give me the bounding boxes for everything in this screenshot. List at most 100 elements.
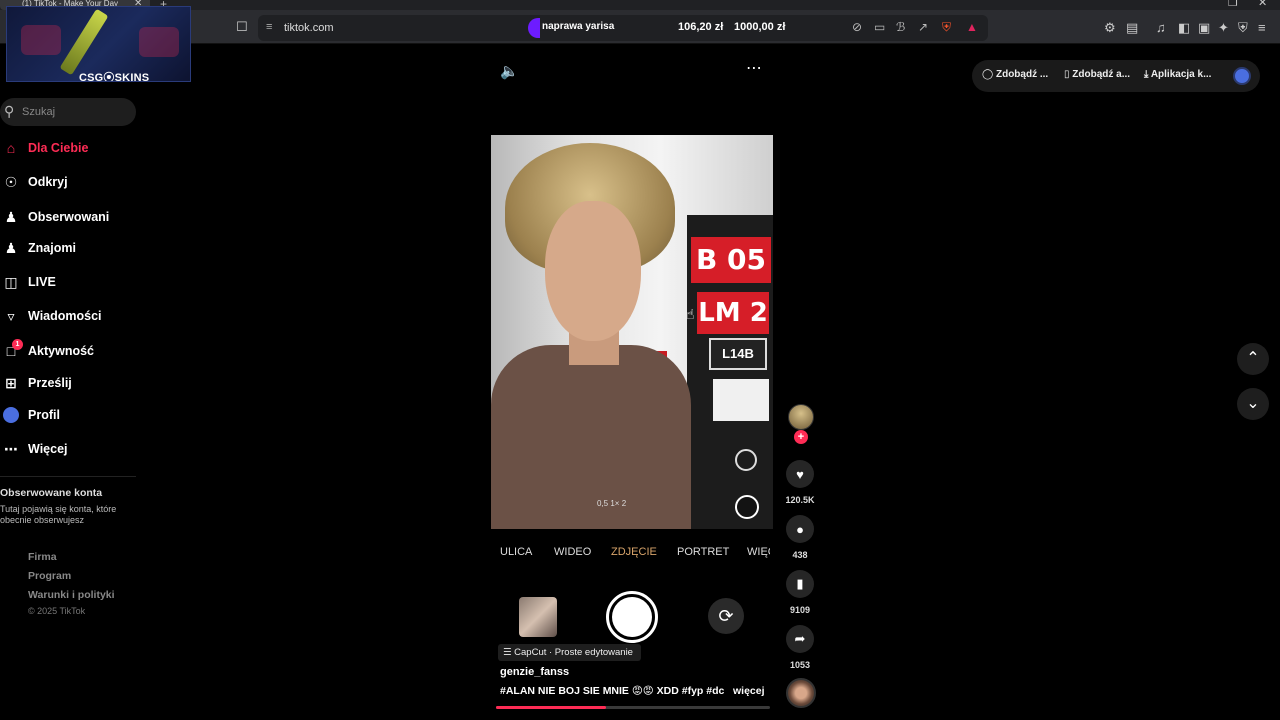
heart-icon: ♥ xyxy=(796,466,804,482)
comment-button[interactable]: ● xyxy=(786,515,814,543)
sidebar-item-przeslij[interactable]: ⊞ Prześlij xyxy=(0,371,150,395)
site-info-icon[interactable]: ≡ xyxy=(266,21,272,33)
wallet2-icon[interactable]: ▣ xyxy=(1198,20,1210,36)
video-player[interactable]: B 05 LM 2 L14B 0,5 1× 2 xyxy=(491,135,773,529)
menu-icon[interactable]: ≡ xyxy=(1258,20,1266,35)
footer-link-terms[interactable]: Warunki i polityki xyxy=(28,589,115,601)
profile-icon xyxy=(0,405,22,425)
gallery-thumbnail xyxy=(519,597,557,637)
camera-button xyxy=(735,495,759,519)
brave-shield-icon[interactable]: ⛨ xyxy=(942,20,951,35)
cast-icon[interactable]: ▭ xyxy=(874,20,885,34)
sidebar-item-odkryj[interactable]: ☉ Odkryj xyxy=(0,170,150,194)
sidebar-item-obserwowani[interactable]: ♟ Obserwowani xyxy=(0,205,150,229)
save-button[interactable]: ▮ xyxy=(786,570,814,598)
mode-zdjecie: ZDJĘCIE xyxy=(611,546,657,558)
video-progress-fill xyxy=(496,706,606,709)
author-avatar[interactable] xyxy=(788,404,814,430)
footer-link-firma[interactable]: Firma xyxy=(28,551,57,563)
caption-more-link[interactable]: więcej xyxy=(733,685,765,697)
csgo-skins-thumbnail[interactable]: CSG⦿SKINS xyxy=(6,6,191,82)
download-app-button[interactable]: ⤓ Aplikacja k... xyxy=(1144,69,1211,80)
video-progress[interactable] xyxy=(496,706,770,709)
sidebar-item-label: Dla Ciebie xyxy=(28,141,89,155)
compass-icon: ☉ xyxy=(4,173,18,190)
like-count: 120.5K xyxy=(785,495,815,505)
person-face xyxy=(545,201,641,341)
video-caption: #ALAN NIE BOJ SIE MNIE 😡😡 XDD #fyp #dc .… xyxy=(500,685,725,697)
more-icon: ⋯ xyxy=(4,440,18,457)
camera-modes: ULICA WIDEO ZDJĘCIE PORTRET WIĘCEJ xyxy=(500,546,770,562)
search-input[interactable] xyxy=(22,103,130,121)
restore-icon[interactable]: ❐ xyxy=(1228,0,1238,9)
more-options-icon[interactable]: ⋯ xyxy=(746,58,763,78)
sidebar-item-label: Obserwowani xyxy=(28,210,110,224)
small-sign: L14B xyxy=(709,338,767,370)
url-text[interactable]: tiktok.com xyxy=(284,22,334,34)
flip-camera-icon: ⟳ xyxy=(708,598,744,634)
footer-link-program[interactable]: Program xyxy=(28,570,71,582)
person-follow-icon: ♟ xyxy=(4,208,18,225)
vpn-shield-icon[interactable]: ⛨ xyxy=(1238,20,1248,36)
shutter-button xyxy=(606,591,658,643)
follow-plus-icon[interactable]: + xyxy=(794,430,808,444)
no-cast-icon[interactable]: ⊘ xyxy=(852,20,862,34)
get-coins-button[interactable]: ◯ Zdobądź ... xyxy=(982,69,1048,80)
home-icon: ⌂ xyxy=(6,140,16,156)
translate-icon[interactable]: ℬ xyxy=(896,20,905,34)
sidebar-item-live[interactable]: ◫ LIVE xyxy=(0,270,150,294)
music-icon[interactable]: ♫ xyxy=(1156,20,1166,35)
top-right-actions: ◯ Zdobądź ... ▯ Zdobądź a... ⤓ Aplikacja… xyxy=(972,60,1260,92)
sidebar-item-znajomi[interactable]: ♟ Znajomi xyxy=(0,236,150,260)
sound-icon[interactable]: 🔈 xyxy=(500,62,519,80)
mode-wiecej: WIĘCEJ xyxy=(747,546,770,558)
sidebar-item-profil[interactable]: Profil xyxy=(0,403,150,427)
decor-glow xyxy=(21,25,61,55)
copyright: © 2025 TikTok xyxy=(28,606,86,616)
rewards-icon[interactable]: ▲ xyxy=(966,20,978,34)
get-app-button[interactable]: ▯ Zdobądź a... xyxy=(1064,69,1130,80)
live-icon: ◫ xyxy=(4,273,18,290)
share-button[interactable]: ➦ xyxy=(786,625,814,653)
tab-strip: (1) TikTok - Make Your Day ✕ + ❐ ✕ xyxy=(0,0,1280,10)
avatar[interactable] xyxy=(1233,67,1251,85)
comment-count: 438 xyxy=(792,550,808,560)
comment-icon: ● xyxy=(796,521,804,537)
music-disc[interactable] xyxy=(786,678,816,708)
url-box[interactable]: ≡ tiktok.com naprawa yarisa 106,20 zł 10… xyxy=(258,15,988,41)
sidebar-item-label: LIVE xyxy=(28,275,56,289)
sidebar-item-aktywnosc[interactable]: □ 1 Aktywność xyxy=(0,339,150,363)
share-icon[interactable]: ↗ xyxy=(918,20,928,34)
sidebar-toggle-icon[interactable]: ◧ xyxy=(1178,20,1190,36)
friends-icon: ♟ xyxy=(4,239,18,256)
bookmark-icon[interactable]: ☐ xyxy=(236,19,248,35)
ai-star-icon[interactable]: ✦ xyxy=(1218,20,1229,36)
extension-label: naprawa yarisa xyxy=(542,21,615,32)
mode-wideo: WIDEO xyxy=(554,546,592,558)
sidebar-item-label: Wiadomości xyxy=(28,309,102,323)
sidebar-item-wiadomosci[interactable]: ▿ Wiadomości xyxy=(0,304,150,328)
mode-ulica: ULICA xyxy=(500,546,533,558)
paper-notice xyxy=(713,379,769,421)
video-author[interactable]: genzie_fanss xyxy=(500,666,569,678)
search-box[interactable]: ⚲ xyxy=(0,98,136,126)
share-count: 1053 xyxy=(789,660,811,670)
capcut-link[interactable]: ☰ CapCut · Proste edytowanie xyxy=(498,644,641,661)
wallet-icon[interactable]: ▤ xyxy=(1126,20,1138,36)
overlay-label: CSG⦿SKINS xyxy=(79,72,150,82)
window-close-icon[interactable]: ✕ xyxy=(1258,0,1267,9)
decor-glow xyxy=(139,27,179,57)
followed-accounts-title: Obserwowane konta xyxy=(0,487,103,499)
sidebar-item-label: Odkryj xyxy=(28,175,68,189)
sidebar-item-dla-ciebie[interactable]: ⌂ Dla Ciebie xyxy=(0,136,150,160)
followed-accounts-desc: Tutaj pojawią się konta, które obecnie o… xyxy=(0,504,117,525)
knife-image xyxy=(59,8,109,76)
previous-video-button[interactable]: ⌃ xyxy=(1237,343,1269,375)
share-arrow-icon: ➦ xyxy=(794,631,806,646)
sidebar-item-wiecej[interactable]: ⋯ Więcej xyxy=(0,437,150,461)
price-a: 106,20 zł xyxy=(678,21,724,33)
extensions-icon[interactable]: ⚙ xyxy=(1104,20,1116,36)
like-button[interactable]: ♥ xyxy=(786,460,814,488)
person-body xyxy=(491,345,691,529)
next-video-button[interactable]: ⌄ xyxy=(1237,388,1269,420)
